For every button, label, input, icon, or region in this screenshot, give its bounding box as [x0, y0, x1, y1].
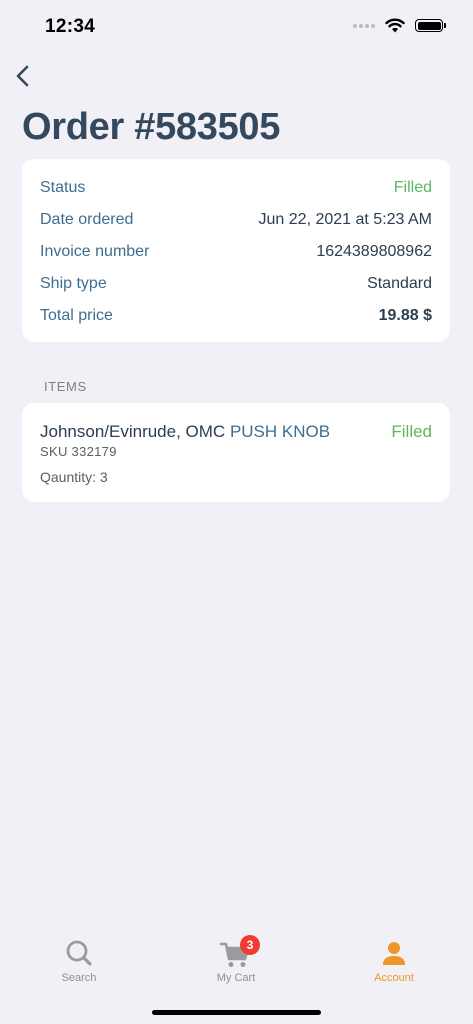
status-value: Filled [393, 179, 432, 196]
item-sku: SKU 332179 [40, 444, 117, 459]
back-button[interactable] [12, 62, 36, 90]
list-item[interactable]: Johnson/Evinrude, OMC PUSH KNOB Filled S… [22, 403, 450, 502]
detail-label: Total price [40, 307, 113, 324]
total-price-value: 19.88 $ [378, 307, 432, 324]
items-section-header: ITEMS [44, 379, 87, 394]
status-icons [353, 18, 446, 33]
chevron-left-icon [16, 65, 29, 87]
search-icon [66, 940, 92, 966]
date-value: Jun 22, 2021 at 5:23 AM [258, 211, 432, 228]
tab-search[interactable]: Search [19, 928, 139, 998]
page-title: Order #583505 [22, 106, 281, 148]
detail-row-total: Total price 19.88 $ [40, 300, 432, 332]
invoice-value: 1624389808962 [316, 243, 432, 260]
detail-row-ship-type: Ship type Standard [40, 268, 432, 300]
detail-label: Ship type [40, 275, 107, 292]
detail-label: Date ordered [40, 211, 134, 228]
detail-label: Status [40, 179, 86, 196]
detail-row-invoice: Invoice number 1624389808962 [40, 236, 432, 268]
tab-label: Search [61, 972, 97, 984]
home-indicator [152, 1010, 321, 1015]
user-icon [383, 942, 405, 965]
detail-label: Invoice number [40, 243, 150, 260]
detail-row-status: Status Filled [40, 172, 432, 204]
order-details-card: Status Filled Date ordered Jun 22, 2021 … [22, 159, 450, 342]
tab-account[interactable]: Account [334, 928, 454, 998]
item-brand: Johnson/Evinrude, OMC [40, 422, 226, 441]
tab-label: Account [374, 972, 414, 984]
signal-icon [353, 23, 375, 28]
battery-icon [415, 19, 446, 32]
item-part: PUSH KNOB [229, 422, 331, 441]
ship-type-value: Standard [367, 275, 432, 292]
item-status-badge: Filled [391, 422, 432, 441]
detail-row-date: Date ordered Jun 22, 2021 at 5:23 AM [40, 204, 432, 236]
wifi-icon [385, 18, 405, 33]
item-quantity: Qauntity: 3 [40, 469, 108, 485]
item-name: Johnson/Evinrude, OMC PUSH KNOB [40, 422, 330, 442]
cart-count-badge: 3 [240, 935, 260, 955]
tab-my-cart[interactable]: 3 My Cart [176, 928, 296, 998]
tab-label: My Cart [216, 972, 256, 984]
status-bar: 12:34 [0, 0, 473, 54]
status-time: 12:34 [45, 16, 96, 37]
